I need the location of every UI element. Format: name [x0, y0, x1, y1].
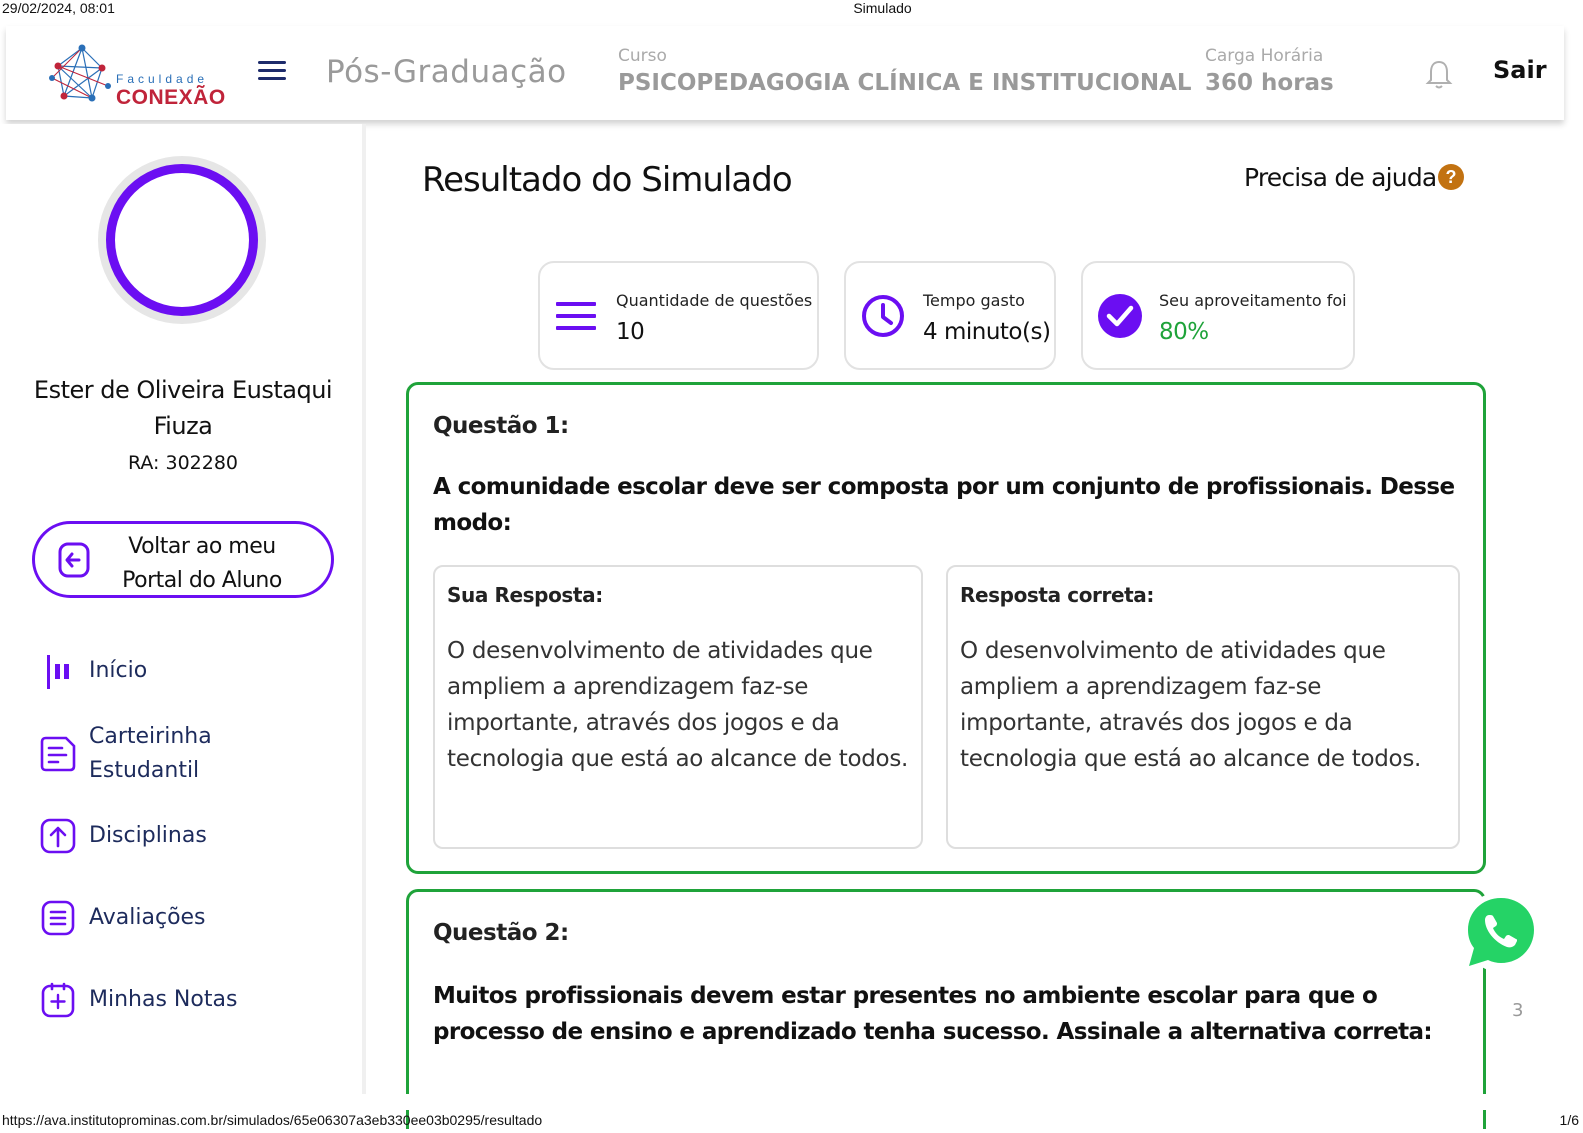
stat-value: 10 — [616, 319, 645, 345]
network-logo-icon — [49, 44, 111, 102]
hours-value: 360 horas — [1205, 70, 1334, 96]
sidebar-item-carteirinha[interactable]: Carteirinha Estudantil — [40, 720, 340, 790]
course-value: PSICOPEDAGOGIA CLÍNICA E INSTITUCIONAL — [618, 70, 1192, 96]
whatsapp-icon[interactable] — [1459, 890, 1543, 974]
sidebar-item-label: Início — [89, 658, 148, 683]
sidebar-item-label: Minhas Notas — [89, 987, 238, 1012]
faculdade-conexao-logo[interactable]: Faculdade CONEXÃO — [48, 42, 228, 109]
plus-box-icon — [41, 982, 75, 1018]
your-answer-label: Sua Resposta: — [447, 583, 603, 607]
question-card: Questão 1: A comunidade escolar deve ser… — [406, 382, 1486, 874]
stat-label: Tempo gasto — [923, 291, 1025, 310]
logo-subtitle: Faculdade — [116, 72, 209, 86]
question-statement: Muitos profissionais devem estar present… — [433, 983, 1433, 1045]
stat-card-score: Seu aproveitamento foi 80% — [1081, 261, 1355, 370]
logout-button[interactable]: Sair — [1493, 56, 1547, 84]
logo-title: CONEXÃO — [116, 86, 226, 109]
print-url: https://ava.institutoprominas.com.br/sim… — [2, 1112, 543, 1128]
hamburger-menu-icon[interactable] — [258, 61, 286, 83]
question-title: Questão 2: — [433, 920, 569, 946]
program-label: Pós-Graduação — [326, 54, 567, 90]
page-cut-mask — [400, 1094, 1583, 1110]
course-label: Curso — [618, 46, 667, 66]
correct-answer-label: Resposta correta: — [960, 583, 1154, 607]
floating-counter: 3 — [1512, 1000, 1524, 1021]
sidebar-item-minhas-notas[interactable]: Minhas Notas — [40, 982, 340, 1020]
sidebar-item-label: Avaliações — [89, 905, 206, 930]
sidebar-divider — [362, 124, 366, 1094]
id-card-icon — [40, 736, 76, 772]
list-box-icon — [41, 900, 75, 936]
sidebar-item-disciplinas[interactable]: Disciplinas — [40, 818, 340, 856]
back-to-portal-button[interactable]: Voltar ao meu Portal do Aluno — [32, 521, 334, 598]
stat-card-time: Tempo gasto 4 minuto(s) — [844, 261, 1056, 370]
stat-label: Quantidade de questões — [616, 291, 813, 310]
bell-icon[interactable] — [1424, 58, 1454, 90]
stat-card-questions: Quantidade de questões 10 — [538, 261, 819, 370]
stat-value: 4 minuto(s) — [923, 319, 1051, 345]
check-circle-icon — [1098, 294, 1142, 338]
question-title: Questão 1: — [433, 413, 569, 439]
correct-answer-text: O desenvolvimento de atividades que ampl… — [960, 638, 1422, 772]
avatar-ring — [106, 164, 258, 316]
upload-arrow-icon — [40, 818, 76, 854]
avatar[interactable] — [98, 156, 266, 324]
your-answer-box: Sua Resposta: O desenvolvimento de ativi… — [433, 565, 923, 849]
hours-label: Carga Horária — [1205, 46, 1324, 66]
sidebar-item-label: Carteirinha Estudantil — [89, 724, 212, 783]
question-card: Questão 2: Muitos profissionais devem es… — [406, 889, 1486, 1129]
bar-chart-icon — [47, 655, 69, 689]
user-ra: RA: 302280 — [127, 452, 239, 474]
back-to-portal-label: Voltar ao meu Portal do Aluno — [122, 534, 282, 593]
help-question-icon[interactable]: ? — [1438, 164, 1464, 190]
list-icon — [556, 302, 596, 330]
print-title: Simulado — [853, 0, 912, 16]
question-statement: A comunidade escolar deve ser composta p… — [433, 474, 1455, 536]
page-title: Resultado do Simulado — [422, 160, 793, 200]
print-page-number: 1/6 — [1559, 1112, 1579, 1128]
exit-door-icon — [58, 542, 90, 578]
your-answer-text: O desenvolvimento de atividades que ampl… — [447, 638, 909, 772]
top-bar: Faculdade CONEXÃO Pós-Graduação Curso PS… — [6, 26, 1564, 120]
stat-label: Seu aproveitamento foi — [1159, 291, 1347, 310]
sidebar-item-label: Disciplinas — [89, 823, 207, 848]
correct-answer-box: Resposta correta: O desenvolvimento de a… — [946, 565, 1460, 849]
help-link[interactable]: Precisa de ajuda — [1244, 163, 1437, 192]
sidebar-item-inicio[interactable]: Início — [40, 653, 340, 691]
sidebar-item-avaliacoes[interactable]: Avaliações — [40, 900, 340, 938]
user-name: Ester de Oliveira Eustaqui Fiuza — [33, 376, 333, 440]
clock-icon — [862, 295, 904, 337]
stat-value-score: 80% — [1159, 319, 1209, 345]
